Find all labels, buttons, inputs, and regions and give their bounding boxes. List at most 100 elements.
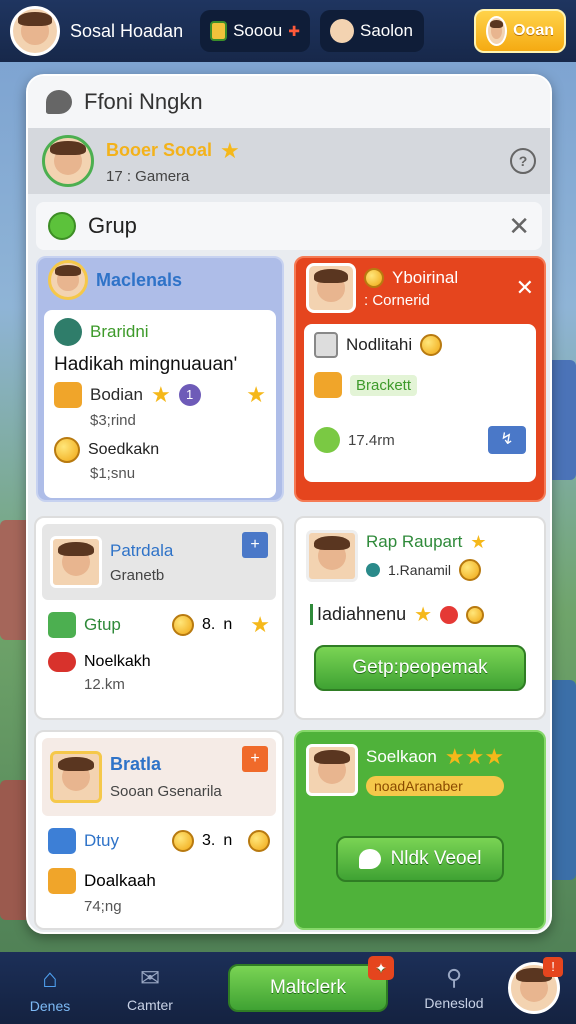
item1-label: Bodian — [90, 385, 143, 404]
card-sub: 1.Ranamil — [388, 561, 452, 578]
user-avatar — [42, 135, 94, 187]
nav-home[interactable]: ⌂ Denes — [0, 963, 100, 1014]
card-soelkaon[interactable]: Soelkaon ★★★ noadAranaber Nldk Veoel — [294, 730, 546, 930]
plus-icon[interactable]: + — [242, 746, 268, 772]
character-icon — [330, 19, 354, 43]
currency-pill-2[interactable]: Saolon — [320, 10, 424, 52]
coin-icon — [54, 437, 80, 463]
item-label: Nodlitahi — [346, 335, 413, 354]
get-people-button[interactable]: Getp:peopemak — [314, 645, 526, 691]
globe-icon — [54, 318, 82, 346]
user-name: Booer Sooal — [106, 140, 213, 160]
group-bar: Grup ✕ — [36, 202, 542, 250]
search-icon: ⚲ — [445, 965, 463, 990]
player-name: Sosal Hoadan — [70, 20, 184, 41]
help-icon[interactable]: ? — [510, 148, 536, 174]
close-icon[interactable]: ✕ — [508, 211, 530, 242]
card-title: Yboirinal — [392, 267, 459, 287]
nldk-veoel-button[interactable]: Nldk Veoel — [336, 836, 504, 882]
card-title: Rap Raupart — [366, 532, 463, 551]
nav-camera-label: Camter — [127, 996, 173, 1013]
badge: 1 — [178, 384, 201, 406]
item2-label: Doalkaah — [84, 871, 156, 890]
card-line: Iadiahnenu — [310, 604, 406, 625]
card-title: Patrdala — [110, 540, 174, 560]
cube-icon — [48, 828, 76, 854]
card-avatar — [306, 530, 358, 582]
coin-icon — [172, 830, 194, 852]
currency-pill-1[interactable]: Sooou ✚ — [200, 10, 310, 52]
gold-avatar-icon — [486, 16, 508, 46]
user-sub: 17 : Gamera — [106, 167, 190, 185]
item1-label: Dtuy — [84, 831, 119, 850]
card-dist: 17.4rm — [348, 431, 395, 449]
user-row[interactable]: Booer Sooal ★ 17 : Gamera ? — [28, 128, 550, 194]
plus-icon[interactable]: + — [242, 532, 268, 558]
card-sub: Granetb — [110, 566, 165, 584]
close-icon[interactable]: ✕ — [516, 275, 534, 301]
nav-center-button[interactable]: Maltclerk ✦ — [228, 956, 394, 1012]
card-avatar — [306, 744, 358, 796]
nav-search-label: Deneslod — [424, 995, 484, 1011]
card-title: Soelkaon — [366, 747, 437, 766]
card-tag: Brackett — [350, 374, 418, 396]
gold-button-label: Ooan — [513, 22, 554, 39]
card-bratla[interactable]: Bratla Sooan Gsenarila + Dtuy 3. n Doalkaa… — [34, 730, 284, 930]
card-title: Bratla — [110, 754, 162, 774]
card-dist: 12.km — [84, 676, 125, 693]
card-patrdala[interactable]: Patrdala Granetb + Gtup 8. n ★ Noelkakh 12.… — [34, 516, 284, 720]
chat-bubble-icon — [48, 212, 76, 240]
crate-icon — [314, 372, 342, 398]
currency2-label: Saolon — [360, 21, 413, 40]
cube-icon — [48, 612, 76, 638]
star-icon: ★ — [220, 137, 240, 163]
card-sub: : Cornerid — [364, 291, 430, 309]
card-tag: noadAranaber — [366, 776, 505, 796]
star-icon: ★ — [414, 604, 433, 626]
group-label: Grup — [88, 213, 137, 238]
card-title: Maclenals — [96, 269, 183, 290]
nav-search[interactable]: ⚲ Deneslod — [408, 965, 500, 1011]
card-dist: 74;ng — [84, 898, 122, 915]
star-icon: ★ — [250, 612, 270, 637]
card-sub: Sooan Gsenarila — [110, 783, 222, 800]
card-avatar — [48, 260, 88, 300]
crate-icon — [48, 868, 76, 894]
card-rap-raupart[interactable]: Rap Raupart ★ 1.Ranamil Iadiahnenu ★ Getp:… — [294, 516, 546, 720]
home-icon: ⌂ — [42, 962, 58, 993]
card-yboirinal[interactable]: Yboirinal : Cornerid ✕ Nodlitahi Bracket… — [294, 256, 546, 502]
item1-label: Gtup — [84, 615, 121, 634]
nav-camera[interactable]: ✉ Camter — [100, 964, 200, 1013]
card-maclenals[interactable]: Maclenals Braridni Hadikah mingnuauan' B… — [36, 256, 284, 502]
nav-center-label: Maltclerk — [269, 977, 346, 998]
price-1: $3;rind — [90, 412, 136, 429]
star-icon: ★ — [470, 531, 487, 552]
star-icon: ★ — [150, 382, 171, 407]
currency1-label: Sooou — [233, 21, 283, 40]
item2-label: Noelkakh — [84, 653, 151, 670]
coin-stack-icon — [459, 558, 482, 581]
count: 8. — [202, 616, 216, 633]
nav-home-label: Denes — [29, 997, 71, 1014]
star-icon: ★ — [246, 382, 266, 407]
chat-bubble-icon — [358, 849, 381, 869]
box-icon — [314, 332, 338, 358]
nav-profile-avatar[interactable]: ! — [508, 957, 563, 1014]
red-coin-icon — [440, 605, 459, 624]
item2-label: Soedkakn — [88, 441, 160, 458]
panel-title: Ffoni Nngkn — [84, 89, 203, 114]
mail-icon: ✉ — [139, 964, 161, 992]
gold-button[interactable]: Ooan — [474, 9, 566, 53]
n-label: n — [223, 832, 233, 849]
card-headline: Hadikah mingnuauan' — [54, 354, 238, 375]
n-label: n — [223, 616, 233, 633]
coin-icon — [466, 605, 485, 624]
star-icon: ★★★ — [444, 744, 505, 769]
player-avatar[interactable] — [10, 6, 60, 56]
dot-icon — [366, 562, 380, 577]
button-label: Nldk Veoel — [390, 848, 482, 869]
card-tag: Braridni — [90, 322, 149, 341]
alert-badge: ! — [543, 957, 563, 977]
share-icon[interactable]: ↯ — [488, 426, 526, 454]
coin-icon — [364, 267, 384, 288]
